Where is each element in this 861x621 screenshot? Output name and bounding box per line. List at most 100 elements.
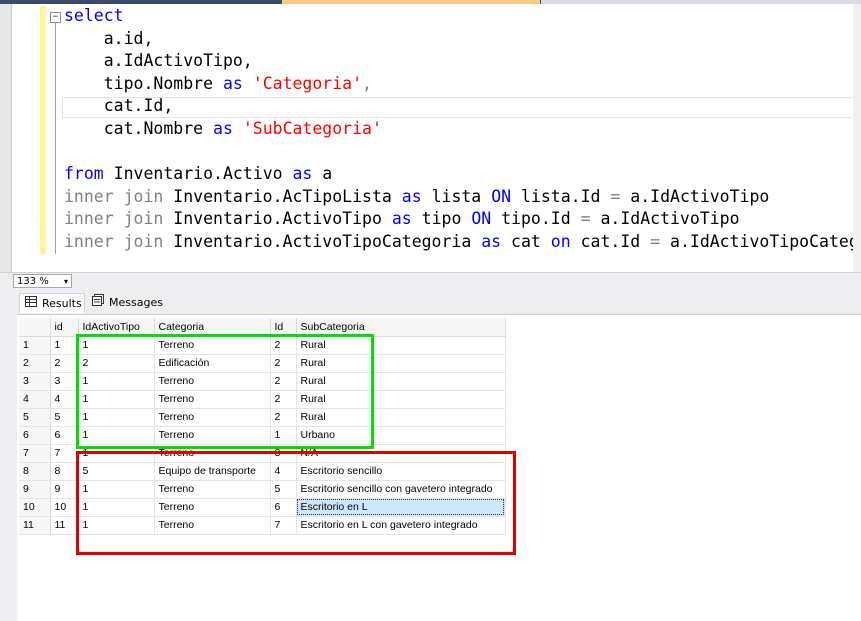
row-number[interactable]: 2 bbox=[19, 354, 51, 373]
column-header[interactable]: IdActivoTipo bbox=[78, 318, 155, 337]
grid-cell[interactable]: Equipo de transporte bbox=[154, 462, 271, 481]
collapse-outline-icon[interactable]: − bbox=[50, 12, 61, 23]
grid-cell[interactable]: 1 bbox=[270, 426, 297, 445]
table-row[interactable]: 11 11 1 Terreno 7 Escritorio en L con gaveter… bbox=[19, 516, 506, 535]
grid-cell[interactable]: Terreno bbox=[154, 426, 271, 445]
grid-cell[interactable]: 9 bbox=[50, 480, 79, 499]
grid-cell[interactable]: N/A bbox=[296, 444, 506, 463]
grid-cell[interactable]: 1 bbox=[78, 426, 155, 445]
grid-cell[interactable]: Edificación bbox=[154, 354, 271, 373]
tab-messages[interactable]: Messages bbox=[87, 293, 164, 313]
grid-cell[interactable]: 2 bbox=[78, 354, 155, 373]
table-row[interactable]: 5 5 1 Terreno 2 Rural bbox=[19, 408, 506, 427]
grid-cell[interactable]: Urbano bbox=[296, 426, 506, 445]
table-row[interactable]: 6 6 1 Terreno 1 Urbano bbox=[19, 426, 506, 445]
code-line[interactable]: cat.Nombre as 'SubCategoria' bbox=[64, 118, 382, 140]
row-number[interactable]: 6 bbox=[19, 426, 51, 445]
code-line[interactable]: a.IdActivoTipo, bbox=[64, 50, 253, 72]
grid-cell[interactable]: Escritorio sencillo bbox=[296, 462, 506, 481]
grid-cell[interactable]: 10 bbox=[50, 498, 79, 517]
column-header[interactable]: Categoria bbox=[154, 318, 271, 337]
grid-cell[interactable]: Rural bbox=[296, 372, 506, 391]
grid-cell[interactable]: 1 bbox=[78, 498, 155, 517]
table-row[interactable]: 3 3 1 Terreno 2 Rural bbox=[19, 372, 506, 391]
code-line[interactable]: inner join Inventario.ActivoTipoCategori… bbox=[64, 231, 861, 253]
grid-cell[interactable]: 5 bbox=[50, 408, 79, 427]
grid-cell[interactable]: 2 bbox=[270, 372, 297, 391]
query-editor[interactable]: − select a.id, a.IdActivoTipo, tipo.Nomb… bbox=[0, 4, 861, 272]
row-number[interactable]: 7 bbox=[19, 444, 51, 463]
table-row[interactable]: 8 8 5 Equipo de transporte 4 Escritorio senci… bbox=[19, 462, 506, 481]
table-row[interactable]: 4 4 1 Terreno 2 Rural bbox=[19, 390, 506, 409]
grid-cell[interactable]: Escritorio en L con gavetero integrado bbox=[296, 516, 506, 535]
tab-results[interactable]: Results bbox=[19, 293, 85, 313]
grid-cell[interactable]: Escritorio en L bbox=[296, 498, 506, 517]
grid-cell[interactable]: Rural bbox=[296, 336, 506, 355]
row-number[interactable]: 1 bbox=[19, 336, 51, 355]
grid-cell[interactable]: 2 bbox=[50, 354, 79, 373]
grid-cell[interactable]: 1 bbox=[78, 444, 155, 463]
table-row[interactable]: 7 7 1 Terreno 3 N/A bbox=[19, 444, 506, 463]
grid-cell[interactable]: 11 bbox=[50, 516, 79, 535]
zoom-dropdown[interactable]: 133 % ▾ bbox=[13, 274, 72, 288]
grid-cell[interactable]: Terreno bbox=[154, 516, 271, 535]
table-row[interactable]: 9 9 1 Terreno 5 Escritorio sencillo con gavet… bbox=[19, 480, 506, 499]
grid-cell[interactable]: 4 bbox=[50, 390, 79, 409]
column-header[interactable]: id bbox=[50, 318, 79, 337]
grid-cell[interactable]: 1 bbox=[78, 336, 155, 355]
grid-cell[interactable]: 1 bbox=[50, 336, 79, 355]
grid-cell[interactable]: 1 bbox=[78, 516, 155, 535]
grid-cell[interactable]: 4 bbox=[270, 462, 297, 481]
column-header[interactable]: Id bbox=[270, 318, 297, 337]
grid-cell[interactable]: 2 bbox=[270, 336, 297, 355]
grid-cell[interactable]: 8 bbox=[50, 462, 79, 481]
code-line[interactable]: select bbox=[64, 5, 124, 27]
grid-cell[interactable]: Terreno bbox=[154, 372, 271, 391]
grid-cell[interactable]: Terreno bbox=[154, 336, 271, 355]
column-header[interactable] bbox=[19, 318, 51, 337]
code-line[interactable]: a.id, bbox=[64, 28, 154, 50]
grid-cell[interactable]: 7 bbox=[270, 516, 297, 535]
grid-cell[interactable]: 5 bbox=[78, 462, 155, 481]
grid-cell[interactable]: 2 bbox=[270, 390, 297, 409]
grid-cell[interactable]: 5 bbox=[270, 480, 297, 499]
grid-cell[interactable]: 2 bbox=[270, 354, 297, 373]
grid-cell[interactable]: 6 bbox=[270, 498, 297, 517]
table-row[interactable]: 1 1 1 Terreno 2 Rural bbox=[19, 336, 506, 355]
grid-cell[interactable]: Terreno bbox=[154, 444, 271, 463]
row-number[interactable]: 11 bbox=[19, 516, 51, 535]
grid-cell[interactable]: 1 bbox=[78, 390, 155, 409]
grid-cell[interactable]: 2 bbox=[270, 408, 297, 427]
row-number[interactable]: 5 bbox=[19, 408, 51, 427]
code-line[interactable]: tipo.Nombre as 'Categoria', bbox=[64, 73, 372, 95]
grid-cell[interactable]: 1 bbox=[78, 480, 155, 499]
code-line[interactable]: inner join Inventario.ActivoTipo as tipo… bbox=[64, 208, 740, 230]
grid-cell[interactable]: Escritorio sencillo con gavetero integra… bbox=[296, 480, 506, 499]
grid-cell[interactable]: Rural bbox=[296, 354, 506, 373]
row-number[interactable]: 3 bbox=[19, 372, 51, 391]
results-grid[interactable]: id IdActivoTipo Categoria Id SubCategoria 11… bbox=[19, 318, 506, 535]
grid-cell[interactable]: 1 bbox=[78, 372, 155, 391]
code-line[interactable]: from Inventario.Activo as a bbox=[64, 163, 332, 185]
code-line[interactable]: inner join Inventario.AcTipoLista as lis… bbox=[64, 186, 769, 208]
grid-cell[interactable]: 3 bbox=[50, 372, 79, 391]
grid-cell[interactable]: Terreno bbox=[154, 498, 271, 517]
table-row[interactable]: 2 2 2 Edificación 2 Rural bbox=[19, 354, 506, 373]
column-header[interactable]: SubCategoria bbox=[296, 318, 506, 337]
grid-cell[interactable]: 7 bbox=[50, 444, 79, 463]
grid-cell[interactable]: Terreno bbox=[154, 408, 271, 427]
row-number[interactable]: 8 bbox=[19, 462, 51, 481]
grid-cell[interactable]: Terreno bbox=[154, 390, 271, 409]
editor-vertical-scrollbar[interactable] bbox=[853, 4, 861, 272]
grid-cell[interactable]: Rural bbox=[296, 390, 506, 409]
code-line[interactable]: cat.Id, bbox=[64, 95, 174, 117]
grid-cell[interactable]: Terreno bbox=[154, 480, 271, 499]
row-number[interactable]: 10 bbox=[19, 498, 51, 517]
row-number[interactable]: 4 bbox=[19, 390, 51, 409]
grid-cell[interactable]: 6 bbox=[50, 426, 79, 445]
grid-cell[interactable]: 1 bbox=[78, 408, 155, 427]
grid-cell[interactable]: 3 bbox=[270, 444, 297, 463]
grid-cell[interactable]: Rural bbox=[296, 408, 506, 427]
row-number[interactable]: 9 bbox=[19, 480, 51, 499]
table-row[interactable]: 10 10 1 Terreno 6 Escritorio en L bbox=[19, 498, 506, 517]
